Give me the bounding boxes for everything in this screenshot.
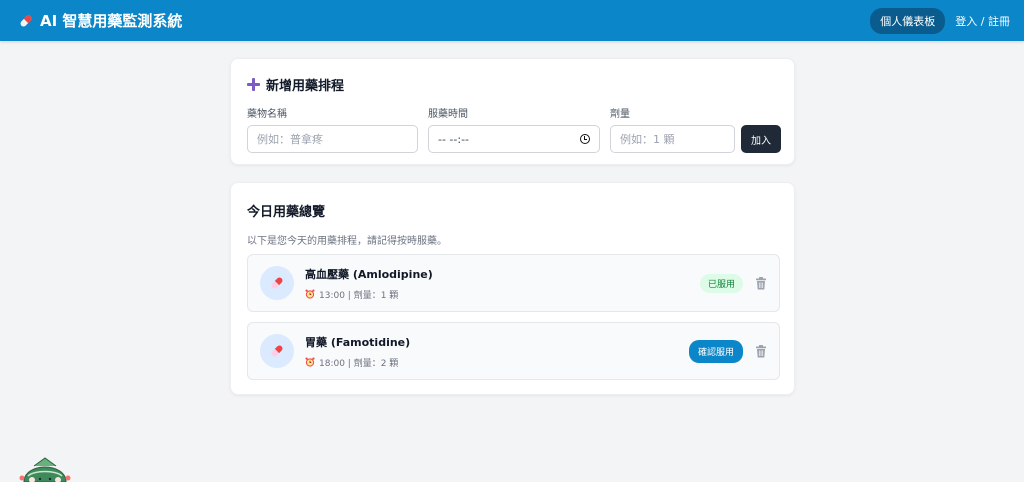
medication-info: 胃藥 (Famotidine) 18:00 | 劑量：2 顆 (305, 334, 689, 369)
today-overview-card: 今日用藥總覽 以下是您今天的用藥排程，請記得按時服藥。 高血壓藥 (Amlodi… (230, 182, 795, 395)
top-navbar: AI 智慧用藥監測系統 個人儀表板 登入 / 註冊 (0, 0, 1024, 41)
app-title: AI 智慧用藥監測系統 (40, 12, 183, 30)
plus-icon (247, 78, 260, 91)
pill-icon (20, 15, 32, 26)
medication-meta-text: 13:00 | 劑量：1 顆 (319, 290, 399, 301)
dose-time-input[interactable]: -- --:-- (428, 125, 600, 153)
medicine-name-input[interactable]: 例如：普拿疼 (247, 125, 418, 153)
medication-info: 高血壓藥 (Amlodipine) 13:00 | 劑量：1 顆 (305, 266, 700, 301)
dose-time-value: -- --:-- (438, 132, 470, 146)
mascot-icon (19, 457, 71, 482)
pill-icon (271, 277, 283, 289)
add-button[interactable]: 加入 (741, 125, 781, 153)
nav-actions: 個人儀表板 登入 / 註冊 (870, 7, 1010, 34)
dose-time-label: 服藥時間 (428, 109, 468, 120)
dashboard-button[interactable]: 個人儀表板 (870, 7, 946, 34)
taken-status-badge: 已服用 (699, 273, 743, 293)
medication-item: 胃藥 (Famotidine) 18:00 | 劑量：2 顆 確認服用 (247, 322, 780, 380)
pill-icon (271, 345, 283, 357)
add-schedule-title-row: 新增用藥排程 (247, 75, 778, 94)
dosage-label: 劑量 (610, 109, 630, 120)
clock-icon[interactable] (580, 134, 590, 144)
trash-icon[interactable] (755, 276, 767, 290)
medicine-name-field: 藥物名稱 例如：普拿疼 (247, 105, 418, 153)
add-schedule-card: 新增用藥排程 藥物名稱 例如：普拿疼 服藥時間 -- --:-- 劑量 例如：1… (230, 58, 795, 165)
trash-icon[interactable] (755, 344, 767, 358)
dosage-input[interactable]: 例如：1 顆 (610, 125, 735, 153)
medication-name: 高血壓藥 (Amlodipine) (305, 267, 433, 281)
medication-meta: 13:00 | 劑量：1 顆 (305, 288, 700, 301)
medicine-name-label: 藥物名稱 (247, 109, 287, 120)
alarm-clock-icon (305, 289, 315, 299)
medication-name: 胃藥 (Famotidine) (305, 335, 411, 349)
medication-meta-text: 18:00 | 劑量：2 顆 (319, 358, 399, 369)
medicine-avatar (260, 266, 294, 300)
dosage-field: 劑量 例如：1 顆 (610, 105, 735, 153)
add-schedule-title: 新增用藥排程 (266, 79, 345, 94)
medication-meta: 18:00 | 劑量：2 顆 (305, 356, 689, 369)
login-register-link[interactable]: 登入 / 註冊 (955, 13, 1010, 29)
medicine-avatar (260, 334, 294, 368)
brand[interactable]: AI 智慧用藥監測系統 (18, 10, 182, 31)
alarm-clock-icon (305, 357, 315, 367)
add-schedule-form: 藥物名稱 例如：普拿疼 服藥時間 -- --:-- 劑量 例如：1 顆 加入 (247, 105, 781, 153)
medication-item: 高血壓藥 (Amlodipine) 13:00 | 劑量：1 顆 已服用 (247, 254, 780, 312)
dose-time-field: 服藥時間 -- --:-- (428, 105, 600, 153)
today-subtitle: 以下是您今天的用藥排程，請記得按時服藥。 (247, 236, 447, 247)
today-title: 今日用藥總覽 (247, 205, 326, 220)
confirm-taken-button[interactable]: 確認服用 (688, 339, 743, 363)
